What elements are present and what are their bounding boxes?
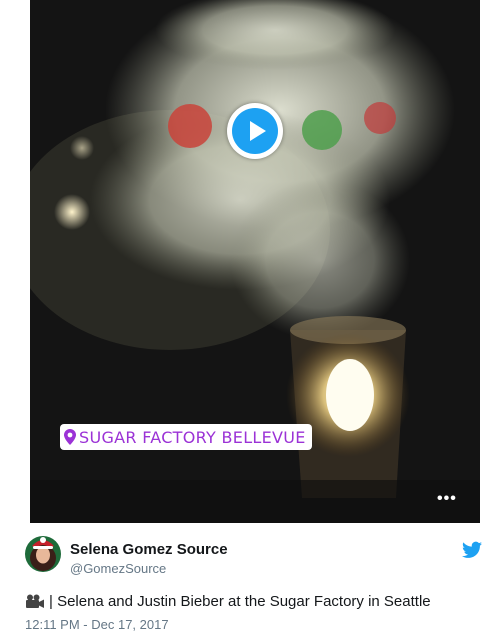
location-pin-icon (64, 429, 76, 445)
play-icon (232, 108, 278, 154)
more-options-button[interactable]: ••• (437, 490, 457, 508)
tweet-text: | Selena and Justin Bieber at the Sugar … (49, 593, 431, 610)
tweet-timestamp[interactable]: 12:11 PM - Dec 17, 2017 (25, 617, 169, 632)
play-button[interactable] (227, 103, 283, 159)
author-handle[interactable]: @GomezSource (70, 561, 166, 576)
avatar-image (25, 536, 61, 572)
location-sticker-label: SUGAR FACTORY BELLEVUE (79, 427, 306, 447)
video-media[interactable]: SUGAR FACTORY BELLEVUE ••• (30, 0, 480, 523)
tweet-text-row: | Selena and Justin Bieber at the Sugar … (25, 593, 431, 610)
movie-camera-icon (26, 594, 44, 608)
tweet-card: Selena Gomez Source @GomezSource | Selen… (0, 523, 504, 632)
location-sticker: SUGAR FACTORY BELLEVUE (60, 424, 312, 450)
author-name[interactable]: Selena Gomez Source (70, 541, 228, 558)
twitter-bird-icon[interactable] (462, 541, 482, 559)
avatar[interactable] (25, 536, 61, 572)
